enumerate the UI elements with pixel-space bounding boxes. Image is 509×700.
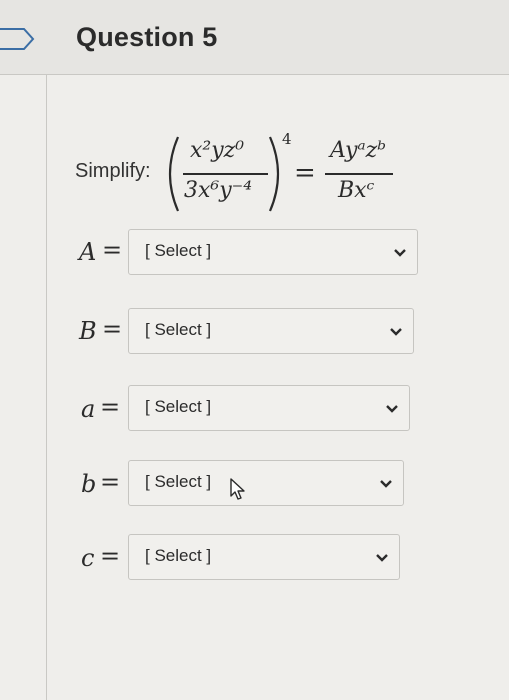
chevron-down-icon	[380, 480, 392, 488]
question-title: Question 5	[76, 22, 218, 52]
equals-sign: =	[100, 393, 121, 421]
lhs-denominator: 3x⁶y⁻⁴	[184, 178, 253, 203]
equals-sign: =	[100, 542, 121, 570]
lhs-fraction-bar	[183, 173, 268, 175]
equals-sign: =	[100, 468, 121, 496]
question-header: Question 5	[0, 0, 509, 75]
select-A-dropdown[interactable]: [ Select ]	[128, 229, 418, 275]
variable-label: A	[79, 238, 97, 266]
equals-sign: =	[102, 236, 123, 264]
chevron-down-icon	[386, 405, 398, 413]
left-paren	[168, 136, 180, 212]
variable-label: a	[81, 395, 96, 423]
chevron-down-icon	[394, 249, 406, 257]
equals-sign: =	[102, 315, 123, 343]
select-value: [ Select ]	[145, 241, 212, 260]
select-value: [ Select ]	[145, 320, 212, 339]
chevron-down-icon	[390, 328, 402, 336]
variable-label: B	[79, 317, 97, 345]
rhs-numerator: Ayᵃzᵇ	[330, 138, 387, 163]
select-value: [ Select ]	[145, 546, 212, 565]
chevron-down-icon	[376, 554, 388, 562]
select-b-dropdown[interactable]: [ Select ]	[128, 460, 404, 506]
variable-label: c	[81, 544, 95, 572]
select-a-dropdown[interactable]: [ Select ]	[128, 385, 410, 431]
select-c-dropdown[interactable]: [ Select ]	[128, 534, 400, 580]
prompt-label: Simplify:	[75, 160, 151, 182]
rhs-denominator: Bxᶜ	[338, 178, 375, 203]
outer-exponent: 4	[282, 130, 292, 148]
equals-sign: =	[294, 158, 316, 188]
select-value: [ Select ]	[145, 472, 212, 491]
variable-label: b	[81, 470, 97, 498]
lhs-numerator: x²yz⁰	[190, 138, 245, 163]
mouse-cursor-icon	[230, 478, 245, 500]
question-card: Question 5 Simplify: x²yz⁰ 3x⁶y⁻⁴ 4 = Ay…	[0, 0, 509, 700]
left-divider	[46, 74, 47, 700]
rhs-fraction-bar	[325, 173, 393, 175]
select-value: [ Select ]	[145, 397, 212, 416]
bookmark-flag-icon[interactable]	[0, 27, 36, 51]
select-B-dropdown[interactable]: [ Select ]	[128, 308, 414, 354]
